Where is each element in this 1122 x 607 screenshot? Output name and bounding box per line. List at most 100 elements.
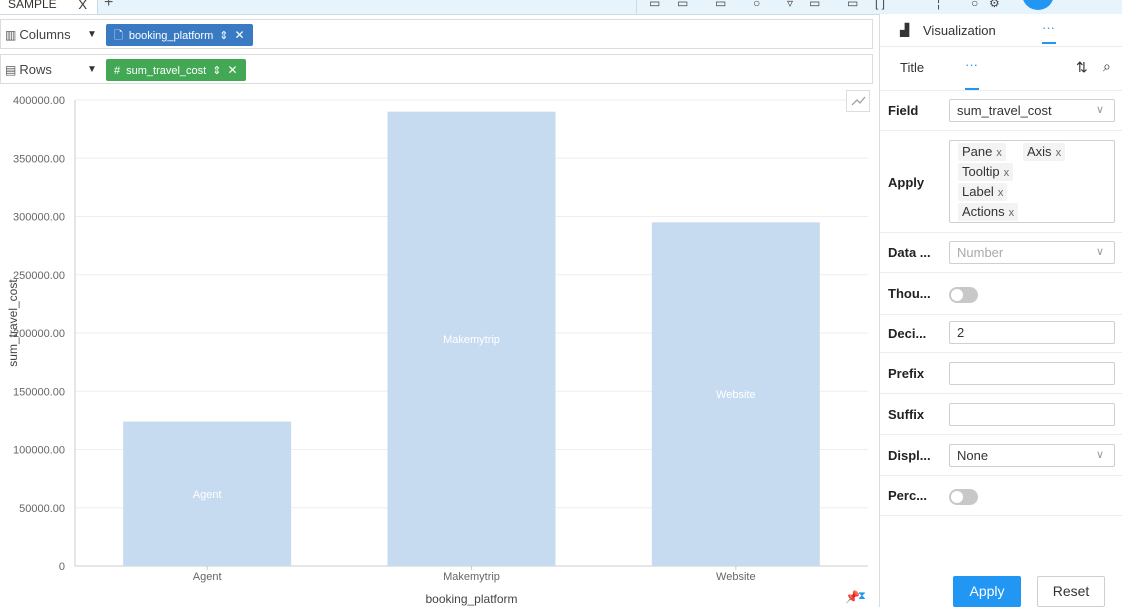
tag-label: Axis: [1027, 144, 1052, 159]
x-tick-label: Agent: [193, 571, 222, 583]
tag-label: Pane: [962, 144, 993, 159]
rows-label-group: ▤ Rows: [5, 55, 52, 85]
prefix-input[interactable]: [949, 362, 1115, 385]
rows-icon: ▤: [5, 63, 17, 77]
info-icon[interactable]: ¦: [937, 0, 940, 10]
help-icon[interactable]: ○: [971, 0, 978, 10]
tab-sample[interactable]: SAMPLE X: [0, 0, 98, 14]
close-tab-icon[interactable]: X: [78, 0, 87, 14]
field-select[interactable]: sum_travel_cost ∨: [949, 99, 1115, 122]
chevron-down-icon: ∨: [1095, 104, 1104, 116]
document-icon[interactable]: ▭: [677, 0, 688, 10]
rows-label: Rows: [19, 62, 52, 77]
decimals-input[interactable]: 2: [949, 321, 1115, 344]
tag-actions[interactable]: Actions x: [958, 203, 1019, 221]
data-type-value: Number: [957, 245, 1004, 260]
trend-line-button[interactable]: [846, 90, 870, 112]
y-axis-title: sum_travel_cost: [6, 279, 20, 367]
remove-pill-icon[interactable]: ✕: [234, 28, 244, 42]
sort-arrows-icon[interactable]: ⇕: [212, 65, 221, 77]
top-bar: SAMPLE X + ▭ ▭ ▭ ○ ▿ ▭ ▭ [ ] ¦ ○ ⚙: [0, 0, 1122, 15]
chart-area: 0 50000.00 100000.00 150000.00 200000.00 2500…: [0, 90, 873, 607]
sort-arrows-icon[interactable]: ⇕: [219, 30, 228, 42]
hourglass-icon[interactable]: ⧗: [858, 590, 866, 603]
tag-tooltip[interactable]: Tooltip x: [958, 163, 1014, 181]
tag-label-item[interactable]: Label x: [958, 183, 1008, 201]
toggle-knob: [951, 289, 963, 301]
suffix-input[interactable]: [949, 403, 1115, 426]
data-type-label: Data ...: [888, 245, 931, 260]
field-value: sum_travel_cost: [957, 103, 1052, 118]
tag-axis[interactable]: Axis x: [1023, 143, 1066, 161]
columns-pill[interactable]: 🗋 booking_platform ⇕ ✕: [106, 24, 253, 46]
subtab-more[interactable]: ···: [965, 57, 978, 72]
tab-visualization[interactable]: Visualization: [923, 23, 996, 38]
save-icon[interactable]: ▭: [649, 0, 660, 10]
y-tick-label: 100000.00: [13, 445, 65, 457]
sort-icon[interactable]: ⇅: [1076, 59, 1088, 76]
chevron-down-icon[interactable]: ▼: [87, 29, 97, 40]
columns-icon: ▥: [5, 28, 17, 42]
remove-tag-icon[interactable]: x: [1009, 207, 1015, 219]
divider: [880, 90, 1122, 91]
settings-icon[interactable]: ⚙: [989, 0, 1000, 10]
x-axis-title: booking_platform: [425, 592, 517, 606]
hash-icon: #: [114, 65, 121, 77]
tag-label: Label: [962, 184, 994, 199]
divider: [880, 393, 1122, 394]
data-type-select[interactable]: Number ∨: [949, 241, 1115, 264]
search-icon[interactable]: ⌕: [1103, 58, 1111, 75]
file-icon: 🗋: [114, 30, 123, 42]
copy-icon[interactable]: ▭: [715, 0, 726, 10]
x-tick-label: Makemytrip: [443, 571, 500, 583]
suffix-label: Suffix: [888, 407, 925, 422]
export-icon[interactable]: ▭: [809, 0, 820, 10]
columns-shelf[interactable]: ▥ Columns ▼ 🗋 booking_platform ⇕ ✕: [0, 19, 873, 49]
remove-tag-icon[interactable]: x: [998, 187, 1004, 199]
subtab-title[interactable]: Title: [900, 60, 924, 75]
divider: [880, 314, 1122, 315]
y-tick-label: 200000.00: [13, 328, 65, 340]
bar-chart: 0 50000.00 100000.00 150000.00 200000.00 2500…: [6, 95, 868, 606]
columns-pill-label: booking_platform: [128, 30, 214, 42]
y-tick-label: 150000.00: [13, 386, 65, 398]
filter-icon[interactable]: ▿: [787, 0, 793, 10]
tag-pane[interactable]: Pane x: [958, 143, 1006, 161]
apply-button[interactable]: Apply: [953, 576, 1021, 607]
tag-label: Actions: [962, 204, 1005, 219]
data-label: Website: [716, 389, 756, 401]
thousand-toggle[interactable]: [949, 287, 978, 303]
display-select[interactable]: None ∨: [949, 444, 1115, 467]
percent-label: Perc...: [888, 488, 928, 503]
tab-more[interactable]: ···: [1042, 20, 1055, 35]
chevron-down-icon: ∨: [1095, 449, 1104, 461]
bracket-icon[interactable]: [ ]: [875, 0, 885, 10]
add-tab-icon[interactable]: +: [104, 0, 113, 12]
remove-pill-icon[interactable]: ✕: [227, 63, 237, 77]
rows-pill[interactable]: # sum_travel_cost ⇕ ✕: [106, 59, 246, 81]
y-tick-label: 400000.00: [13, 95, 65, 107]
print-icon[interactable]: ▭: [847, 0, 858, 10]
display-value: None: [957, 448, 989, 463]
remove-tag-icon[interactable]: x: [1056, 147, 1062, 159]
divider: [880, 130, 1122, 131]
chevron-down-icon[interactable]: ▼: [87, 64, 97, 75]
divider: [880, 475, 1122, 476]
percent-toggle[interactable]: [949, 489, 978, 505]
prefix-label: Prefix: [888, 366, 925, 381]
remove-tag-icon[interactable]: x: [996, 147, 1002, 159]
tab-label: SAMPLE: [8, 0, 57, 11]
refresh-icon[interactable]: ○: [753, 0, 760, 10]
apply-tags-field[interactable]: Pane x Axis x Tooltip x Label x Actions x: [949, 140, 1115, 223]
columns-label-group: ▥ Columns: [5, 20, 71, 50]
divider: [880, 46, 1122, 47]
rows-shelf[interactable]: ▤ Rows ▼ # sum_travel_cost ⇕ ✕: [0, 54, 873, 84]
y-tick-label: 350000.00: [13, 153, 65, 165]
divider: [880, 352, 1122, 353]
apply-label: Apply: [888, 175, 925, 190]
remove-tag-icon[interactable]: x: [1004, 167, 1010, 179]
toggle-knob: [951, 491, 963, 503]
columns-label: Columns: [19, 27, 71, 42]
reset-button[interactable]: Reset: [1037, 576, 1105, 607]
y-tick-label: 0: [59, 561, 65, 573]
